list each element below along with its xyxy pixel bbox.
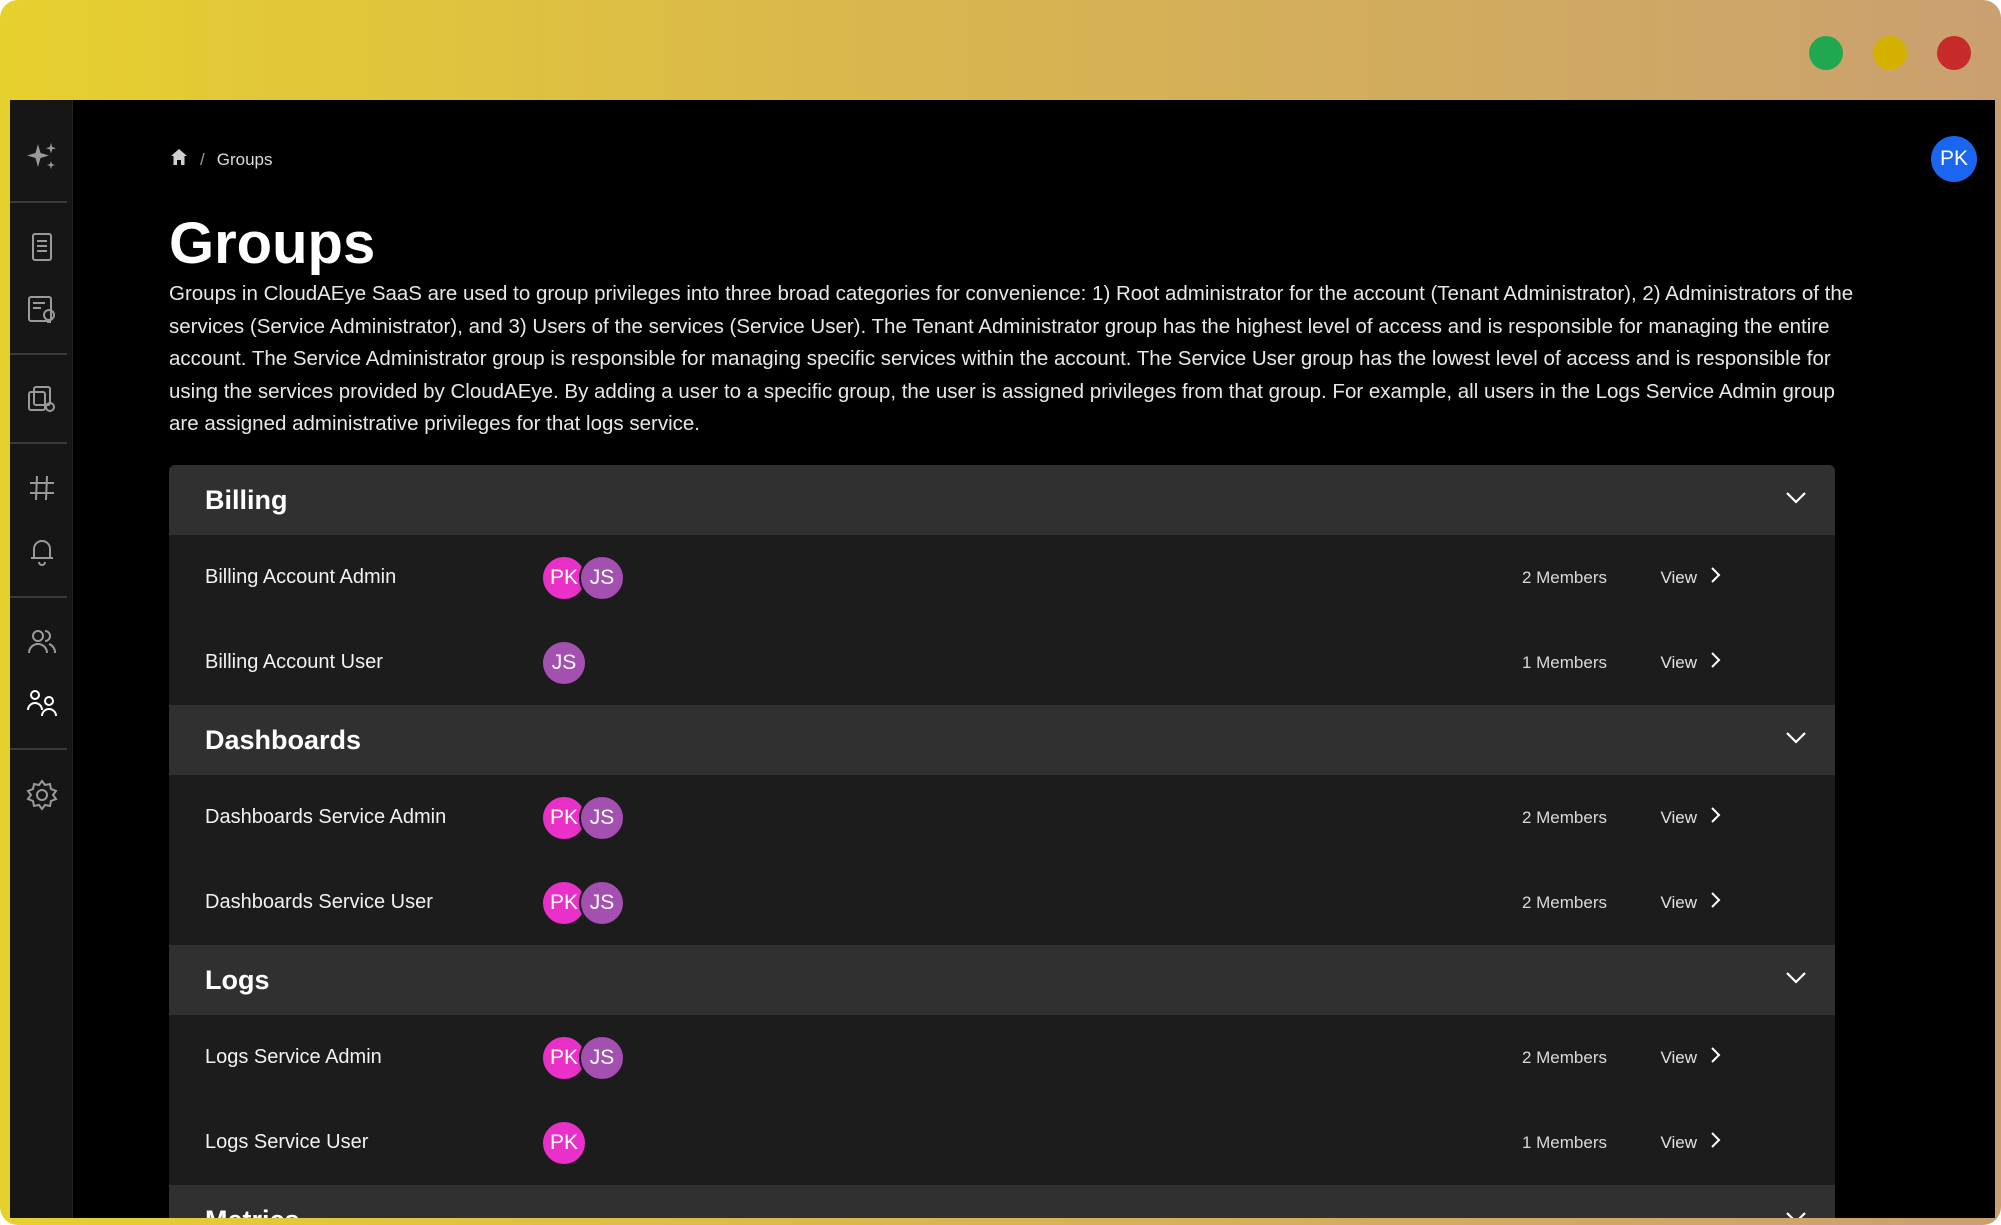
member-avatars: JS xyxy=(541,639,587,686)
app-window: / Groups PK Groups Groups in CloudAEye S… xyxy=(10,100,1995,1218)
chevron-right-icon xyxy=(1707,565,1723,590)
home-icon[interactable] xyxy=(170,148,188,171)
group-name: Logs Service User xyxy=(205,1131,369,1153)
chevron-right-icon xyxy=(1707,1045,1723,1070)
view-label: View xyxy=(1660,652,1697,672)
member-avatar: JS xyxy=(579,554,625,601)
member-avatar: JS xyxy=(579,879,625,926)
member-count: 2 Members xyxy=(1521,567,1607,587)
section-title: Metrics xyxy=(205,1205,300,1219)
group-row: Dashboards Service User PK JS 2 Members View xyxy=(169,860,1835,945)
chevron-right-icon xyxy=(1707,650,1723,675)
user-avatar[interactable]: PK xyxy=(1931,136,1977,182)
group-name: Logs Service Admin xyxy=(205,1046,382,1068)
group-name: Dashboards Service Admin xyxy=(205,806,447,828)
minimize-button[interactable] xyxy=(1873,36,1907,70)
report-insights-icon[interactable] xyxy=(10,283,73,337)
document-icon[interactable] xyxy=(10,220,73,274)
view-button[interactable]: View xyxy=(1660,565,1723,590)
gear-icon[interactable] xyxy=(10,768,73,822)
section-title: Billing xyxy=(205,484,288,515)
users-icon[interactable] xyxy=(10,615,73,669)
member-count: 1 Members xyxy=(1521,652,1607,672)
member-avatars: PK JS xyxy=(541,1034,625,1081)
view-button[interactable]: View xyxy=(1660,1045,1723,1070)
member-avatar: JS xyxy=(579,1034,625,1081)
member-avatar: PK xyxy=(541,1119,587,1166)
chevron-down-icon[interactable] xyxy=(1781,723,1811,758)
breadcrumb-separator: / xyxy=(200,149,205,169)
member-avatars: PK JS xyxy=(541,879,625,926)
member-avatar: JS xyxy=(579,794,625,841)
member-avatars: PK xyxy=(541,1119,587,1166)
group-name: Dashboards Service User xyxy=(205,891,433,913)
chevron-right-icon xyxy=(1707,1130,1723,1155)
main-content: / Groups PK Groups Groups in CloudAEye S… xyxy=(73,100,1995,1218)
member-count: 2 Members xyxy=(1521,892,1607,912)
groups-icon[interactable] xyxy=(10,676,73,730)
view-button[interactable]: View xyxy=(1660,805,1723,830)
section-header-metrics[interactable]: Metrics xyxy=(169,1185,1835,1218)
member-avatars: PK JS xyxy=(541,794,625,841)
view-button[interactable]: View xyxy=(1660,890,1723,915)
group-row: Logs Service User PK 1 Members View xyxy=(169,1100,1835,1185)
close-button[interactable] xyxy=(1937,36,1971,70)
group-row: Logs Service Admin PK JS 2 Members View xyxy=(169,1015,1835,1100)
chevron-down-icon[interactable] xyxy=(1781,483,1811,518)
view-button[interactable]: View xyxy=(1660,650,1723,675)
section-header-logs[interactable]: Logs xyxy=(169,945,1835,1015)
maximize-button[interactable] xyxy=(1809,36,1843,70)
group-name: Billing Account User xyxy=(205,651,383,673)
group-row: Dashboards Service Admin PK JS 2 Members Vie… xyxy=(169,775,1835,860)
view-label: View xyxy=(1660,807,1697,827)
group-name: Billing Account Admin xyxy=(205,566,397,588)
chevron-right-icon xyxy=(1707,890,1723,915)
services-settings-icon[interactable] xyxy=(10,372,73,426)
member-count: 1 Members xyxy=(1521,1132,1607,1152)
section-title: Dashboards xyxy=(205,724,362,755)
breadcrumb-current: Groups xyxy=(216,149,273,169)
section-header-dashboards[interactable]: Dashboards xyxy=(169,705,1835,775)
bell-icon[interactable] xyxy=(10,524,73,578)
window-frame: / Groups PK Groups Groups in CloudAEye S… xyxy=(0,0,2001,1225)
sidebar xyxy=(10,100,73,1218)
page-title: Groups xyxy=(169,211,376,276)
member-avatar: JS xyxy=(541,639,587,686)
chevron-down-icon[interactable] xyxy=(1781,963,1811,998)
member-avatars: PK JS xyxy=(541,554,625,601)
member-count: 2 Members xyxy=(1521,807,1607,827)
page-description: Groups in CloudAEye SaaS are used to gro… xyxy=(169,282,1854,435)
member-count: 2 Members xyxy=(1521,1047,1607,1067)
section-header-billing[interactable]: Billing xyxy=(169,465,1835,535)
view-label: View xyxy=(1660,892,1697,912)
group-row: Billing Account User JS 1 Members View xyxy=(169,620,1835,705)
section-title: Logs xyxy=(205,964,270,995)
view-button[interactable]: View xyxy=(1660,1130,1723,1155)
window-controls xyxy=(1809,36,1971,70)
groups-list: Billing Billing Account Admin PK JS 2 Member… xyxy=(169,465,1835,1218)
sparkles-icon[interactable] xyxy=(10,130,73,184)
breadcrumb: / Groups xyxy=(170,148,272,171)
hashtag-icon[interactable] xyxy=(10,461,73,515)
group-row: Billing Account Admin PK JS 2 Members View xyxy=(169,535,1835,620)
view-label: View xyxy=(1660,1132,1697,1152)
view-label: View xyxy=(1660,567,1697,587)
view-label: View xyxy=(1660,1047,1697,1067)
chevron-down-icon[interactable] xyxy=(1781,1203,1811,1218)
chevron-right-icon xyxy=(1707,805,1723,830)
